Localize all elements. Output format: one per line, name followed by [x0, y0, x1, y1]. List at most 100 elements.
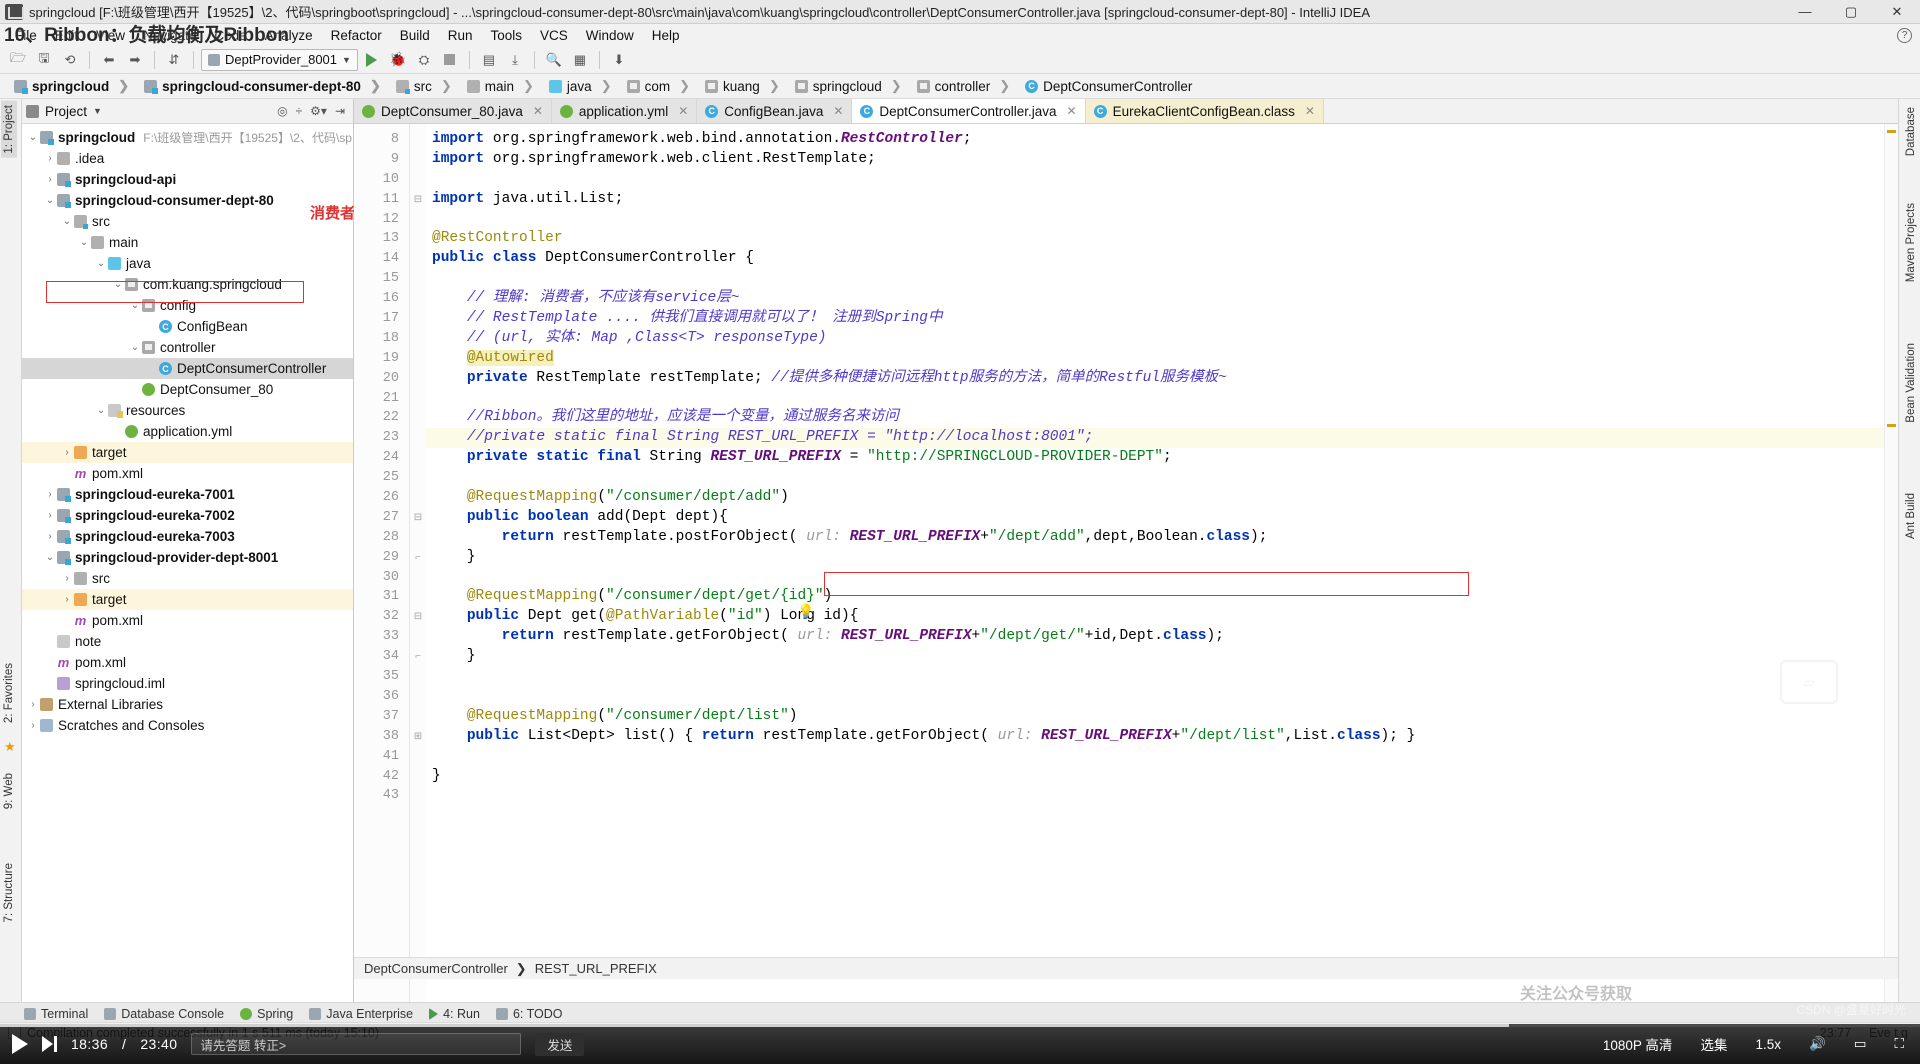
open-folder-icon[interactable]: 🗁 — [6, 49, 30, 71]
chevron-right-icon[interactable]: › — [43, 510, 57, 521]
breadcrumb-java[interactable]: java ❯ — [543, 77, 621, 95]
code-line[interactable] — [426, 170, 1884, 190]
close-icon[interactable]: ✕ — [533, 104, 543, 118]
sidebar-item-maven[interactable]: Maven Projects — [1903, 199, 1919, 286]
code-line[interactable]: @RequestMapping("/consumer/dept/add") — [426, 488, 1884, 508]
run-icon[interactable] — [360, 49, 384, 71]
tree-item-springcloud[interactable]: ⌄ springcloud F:\班级管理\西开【19525】\2、代码\sp — [22, 127, 353, 148]
fold-toggle-icon[interactable]: ⊞ — [410, 727, 426, 747]
coverage-icon[interactable]: ⛭ — [412, 49, 436, 71]
tool-window-run[interactable]: 4: Run — [429, 1007, 480, 1021]
tree-item-src[interactable]: › src — [22, 568, 353, 589]
tree-item-springcloud-api[interactable]: › springcloud-api — [22, 169, 353, 190]
breadcrumb-main[interactable]: main ❯ — [461, 77, 543, 95]
tree-item-application-yml[interactable]: application.yml — [22, 421, 353, 442]
breadcrumb-class[interactable]: C DeptConsumerController — [1019, 78, 1201, 95]
chevron-right-icon[interactable]: › — [26, 720, 40, 731]
code-line[interactable] — [426, 389, 1884, 409]
tree-item-src[interactable]: ⌄ src — [22, 211, 353, 232]
volume-icon[interactable]: 🔊 — [1805, 1035, 1830, 1053]
target-icon[interactable]: ◎ — [277, 104, 287, 118]
code-line[interactable] — [426, 210, 1884, 230]
sidebar-item-ant-build[interactable]: Ant Build — [1903, 489, 1919, 543]
editor-tab-bar[interactable]: DeptConsumer_80.java ✕ application.yml ✕ C Co… — [354, 99, 1898, 124]
chevron-down-icon[interactable]: ⌄ — [43, 195, 57, 206]
menu-run[interactable]: Run — [439, 26, 482, 45]
tree-item-pom-xml[interactable]: m pom.xml — [22, 610, 353, 631]
tree-item-config[interactable]: ⌄ config — [22, 295, 353, 316]
tree-item-controller[interactable]: ⌄ controller — [22, 337, 353, 358]
code-line[interactable] — [426, 667, 1884, 687]
tool-window-java-enterprise[interactable]: Java Enterprise — [309, 1007, 413, 1021]
play-icon[interactable] — [12, 1034, 28, 1054]
chevron-down-icon[interactable]: ⌄ — [94, 405, 108, 416]
tree-item-note[interactable]: note — [22, 631, 353, 652]
breadcrumb-src[interactable]: src ❯ — [390, 77, 461, 95]
fold-toggle-icon[interactable]: ⌐ — [410, 548, 426, 568]
code-line[interactable]: // RestTemplate .... 供我们直接调用就可以了！ 注册到Spr… — [426, 309, 1884, 329]
hide-icon[interactable]: ⇥ — [335, 104, 345, 118]
fold-toggle-icon[interactable]: ⌐ — [410, 647, 426, 667]
intention-bulb-icon[interactable]: 💡 — [797, 603, 814, 620]
code-line[interactable]: return restTemplate.postForObject( url: … — [426, 528, 1884, 548]
fold-toggle-icon[interactable]: ⊟ — [410, 508, 426, 528]
chevron-down-icon[interactable]: ⌄ — [77, 237, 91, 248]
close-icon[interactable]: ✕ — [833, 104, 843, 118]
code-line[interactable]: // (url, 实体: Map ,Class<T> responseType) — [426, 329, 1884, 349]
breadcrumb-com[interactable]: com ❯ — [621, 77, 699, 95]
code-line[interactable]: import org.springframework.web.bind.anno… — [426, 130, 1884, 150]
close-button[interactable]: ✕ — [1874, 0, 1920, 24]
tree-item-springcloud-eureka-7002[interactable]: › springcloud-eureka-7002 — [22, 505, 353, 526]
fullscreen-icon[interactable]: ⛶ — [1891, 1035, 1908, 1053]
danmaku-input[interactable]: 请先答题 转正> — [191, 1033, 522, 1055]
code-line[interactable]: //private static final String REST_URL_P… — [426, 428, 1884, 449]
tree-item-scratches-and-consoles[interactable]: › Scratches and Consoles — [22, 715, 353, 736]
code-line[interactable]: public boolean add(Dept dept){ — [426, 508, 1884, 528]
chevron-down-icon[interactable]: ⌄ — [111, 279, 125, 290]
chevron-down-icon[interactable]: ⌄ — [128, 342, 142, 353]
code-line[interactable]: @RestController — [426, 229, 1884, 249]
tree-item-springcloud-provider-dept-8001[interactable]: ⌄ springcloud-provider-dept-8001 — [22, 547, 353, 568]
code-line[interactable]: @Autowired — [426, 349, 1884, 369]
code-line[interactable] — [426, 568, 1884, 588]
editor-tab-deptconsumercontroller-java[interactable]: C DeptConsumerController.java ✕ — [852, 99, 1086, 123]
forward-icon[interactable]: ➡ — [123, 49, 147, 71]
sidebar-item-bean-validation[interactable]: Bean Validation — [1903, 339, 1919, 427]
update-project-icon[interactable]: ⬇ — [607, 49, 631, 71]
structure-icon[interactable]: ▦ — [568, 49, 592, 71]
save-all-icon[interactable]: 🖫 — [32, 49, 56, 71]
maximize-button[interactable]: ▢ — [1828, 0, 1874, 24]
tree-item-springcloud-eureka-7003[interactable]: › springcloud-eureka-7003 — [22, 526, 353, 547]
code-line[interactable]: //Ribbon。我们这里的地址，应该是一个变量，通过服务名来访问 — [426, 408, 1884, 428]
tree-item-target[interactable]: › target — [22, 442, 353, 463]
chevron-right-icon[interactable]: › — [43, 174, 57, 185]
fold-toggle-icon[interactable]: ⊟ — [410, 607, 426, 627]
tree-item-com-kuang-springcloud[interactable]: ⌄ com.kuang.springcloud — [22, 274, 353, 295]
webfull-icon[interactable]: ▭ — [1850, 1035, 1871, 1053]
editor-breadcrumb-class[interactable]: DeptConsumerController — [364, 961, 508, 976]
chevron-right-icon[interactable]: › — [43, 489, 57, 500]
code-line[interactable]: private RestTemplate restTemplate; //提供多… — [426, 369, 1884, 389]
code-line[interactable]: } — [426, 647, 1884, 667]
close-icon[interactable]: ✕ — [1067, 104, 1077, 118]
sidebar-item-web[interactable]: 9: Web — [1, 769, 17, 813]
code-line[interactable]: public class DeptConsumerController { — [426, 249, 1884, 269]
code-line[interactable] — [426, 269, 1884, 289]
code-line[interactable] — [426, 747, 1884, 767]
next-icon[interactable] — [42, 1036, 57, 1052]
code-editor[interactable]: 8 9 10 11 12 13 14 15 16 17 18 19 20 21 22 23 24 25 26 27 28… — [354, 124, 1898, 1004]
chevron-right-icon[interactable]: › — [26, 699, 40, 710]
stop-icon[interactable] — [438, 49, 462, 71]
menu-build[interactable]: Build — [391, 26, 439, 45]
code-line[interactable]: @RequestMapping("/consumer/dept/list") — [426, 707, 1884, 727]
collapse-all-icon[interactable]: ÷ — [296, 104, 303, 118]
close-icon[interactable]: ✕ — [1305, 104, 1315, 118]
code-line[interactable]: } — [426, 548, 1884, 568]
code-line[interactable]: return restTemplate.getForObject( url: R… — [426, 627, 1884, 647]
code-line[interactable]: private static final String REST_URL_PRE… — [426, 448, 1884, 468]
code-folding-column[interactable]: ⊟ ⊟ ⌐ ⊟ ⌐ ⊞ — [410, 124, 426, 1004]
settings-icon[interactable]: ⚙▾ — [310, 104, 327, 118]
chevron-right-icon[interactable]: › — [60, 573, 74, 584]
chevron-down-icon[interactable]: ▼ — [93, 106, 102, 116]
sidebar-item-structure[interactable]: 7: Structure — [1, 859, 17, 926]
